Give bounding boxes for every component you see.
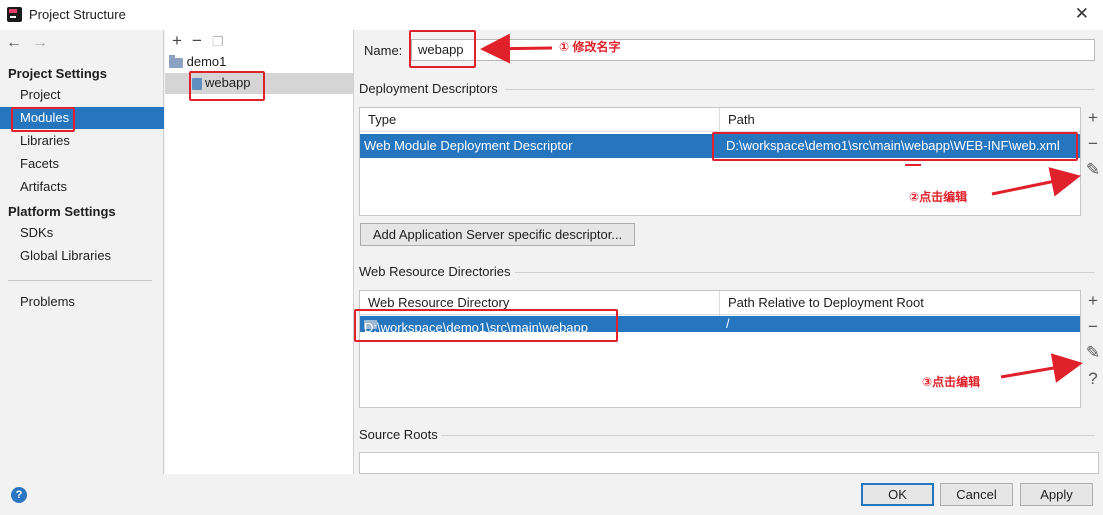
table-header: Type Path bbox=[360, 108, 1080, 132]
ok-button[interactable]: OK bbox=[861, 483, 934, 506]
group-divider bbox=[515, 272, 1095, 273]
source-roots-heading: Source Roots bbox=[359, 427, 438, 442]
source-roots-table bbox=[359, 452, 1099, 474]
folder-icon bbox=[169, 54, 183, 68]
highlight-web-resource-dir bbox=[354, 309, 618, 342]
descriptor-type: Web Module Deployment Descriptor bbox=[364, 138, 573, 153]
copy-icon[interactable]: ❐ bbox=[212, 34, 224, 49]
apply-button[interactable]: Apply bbox=[1020, 483, 1093, 506]
web-resource-tools: + − ✎ ? bbox=[1082, 291, 1103, 395]
tree-node-demo1[interactable]: demo1 bbox=[169, 54, 226, 69]
platform-settings-heading: Platform Settings bbox=[8, 204, 116, 219]
dialog-button-bar: ? OK Cancel Apply bbox=[0, 474, 1103, 515]
remove-module-button[interactable]: − bbox=[192, 31, 202, 50]
back-arrow-icon[interactable]: ← bbox=[6, 34, 32, 51]
column-header-type: Type bbox=[368, 112, 397, 127]
add-module-button[interactable]: + bbox=[172, 31, 182, 50]
sidebar-item-problems[interactable]: Problems bbox=[0, 291, 164, 313]
tree-toolbar: + − ❐ bbox=[172, 31, 234, 51]
relative-path: / bbox=[726, 316, 730, 331]
intellij-app-icon bbox=[7, 7, 22, 22]
tree-node-label: demo1 bbox=[186, 54, 227, 69]
remove-web-resource-button[interactable]: − bbox=[1082, 317, 1103, 343]
forward-arrow-icon[interactable]: → bbox=[32, 34, 58, 51]
deployment-descriptors-heading: Deployment Descriptors bbox=[359, 81, 498, 96]
column-header-web-resource-directory: Web Resource Directory bbox=[368, 295, 510, 310]
settings-sidebar: ←→ Project Settings Project Modules Libr… bbox=[0, 30, 164, 474]
name-field[interactable]: webapp bbox=[411, 39, 1095, 61]
sidebar-item-sdks[interactable]: SDKs bbox=[0, 222, 164, 244]
highlight-descriptor-path bbox=[712, 132, 1078, 161]
underline-mark bbox=[905, 164, 921, 166]
module-settings-panel: Name: webapp Deployment Descriptors Type… bbox=[355, 30, 1103, 474]
descriptor-tools: + − ✎ bbox=[1082, 108, 1103, 186]
window-title: Project Structure bbox=[29, 7, 126, 22]
sidebar-item-facets[interactable]: Facets bbox=[0, 153, 164, 175]
sidebar-divider bbox=[8, 280, 152, 281]
sidebar-item-project[interactable]: Project bbox=[0, 84, 164, 106]
highlight-modules bbox=[11, 107, 75, 132]
nav-arrows: ←→ bbox=[6, 34, 58, 52]
column-divider bbox=[719, 108, 720, 132]
edit-web-resource-button[interactable]: ✎ bbox=[1082, 343, 1103, 369]
annotation-step-3: ③点击编辑 bbox=[922, 375, 981, 389]
help-button[interactable]: ? bbox=[11, 487, 27, 503]
remove-descriptor-button[interactable]: − bbox=[1082, 134, 1103, 160]
deployment-descriptors-table: Type Path Web Module Deployment Descript… bbox=[359, 107, 1081, 216]
group-divider bbox=[505, 89, 1095, 90]
add-web-resource-button[interactable]: + bbox=[1082, 291, 1103, 317]
group-divider bbox=[441, 435, 1095, 436]
add-server-descriptor-button[interactable]: Add Application Server specific descript… bbox=[360, 223, 635, 246]
sidebar-item-global-libraries[interactable]: Global Libraries bbox=[0, 245, 164, 267]
name-label: Name: bbox=[364, 43, 403, 58]
sidebar-item-libraries[interactable]: Libraries bbox=[0, 130, 164, 152]
project-settings-heading: Project Settings bbox=[8, 66, 107, 81]
annotation-step-1: ① 修改名字 bbox=[559, 40, 621, 54]
annotation-step-2: ②点击编辑 bbox=[909, 190, 968, 204]
close-icon[interactable]: ✕ bbox=[1075, 4, 1089, 24]
add-descriptor-button[interactable]: + bbox=[1082, 108, 1103, 134]
web-resource-directories-heading: Web Resource Directories bbox=[359, 264, 511, 279]
column-header-relative-path: Path Relative to Deployment Root bbox=[728, 295, 924, 310]
cancel-button[interactable]: Cancel bbox=[940, 483, 1013, 506]
highlight-name-field bbox=[409, 30, 476, 68]
highlight-webapp-node bbox=[189, 71, 265, 101]
column-header-path: Path bbox=[728, 112, 755, 127]
edit-descriptor-button[interactable]: ✎ bbox=[1082, 160, 1103, 186]
title-bar: Project Structure ✕ bbox=[0, 0, 1103, 30]
web-resource-table: Web Resource Directory Path Relative to … bbox=[359, 290, 1081, 408]
help-icon[interactable]: ? bbox=[1082, 369, 1103, 395]
sidebar-item-artifacts[interactable]: Artifacts bbox=[0, 176, 164, 198]
